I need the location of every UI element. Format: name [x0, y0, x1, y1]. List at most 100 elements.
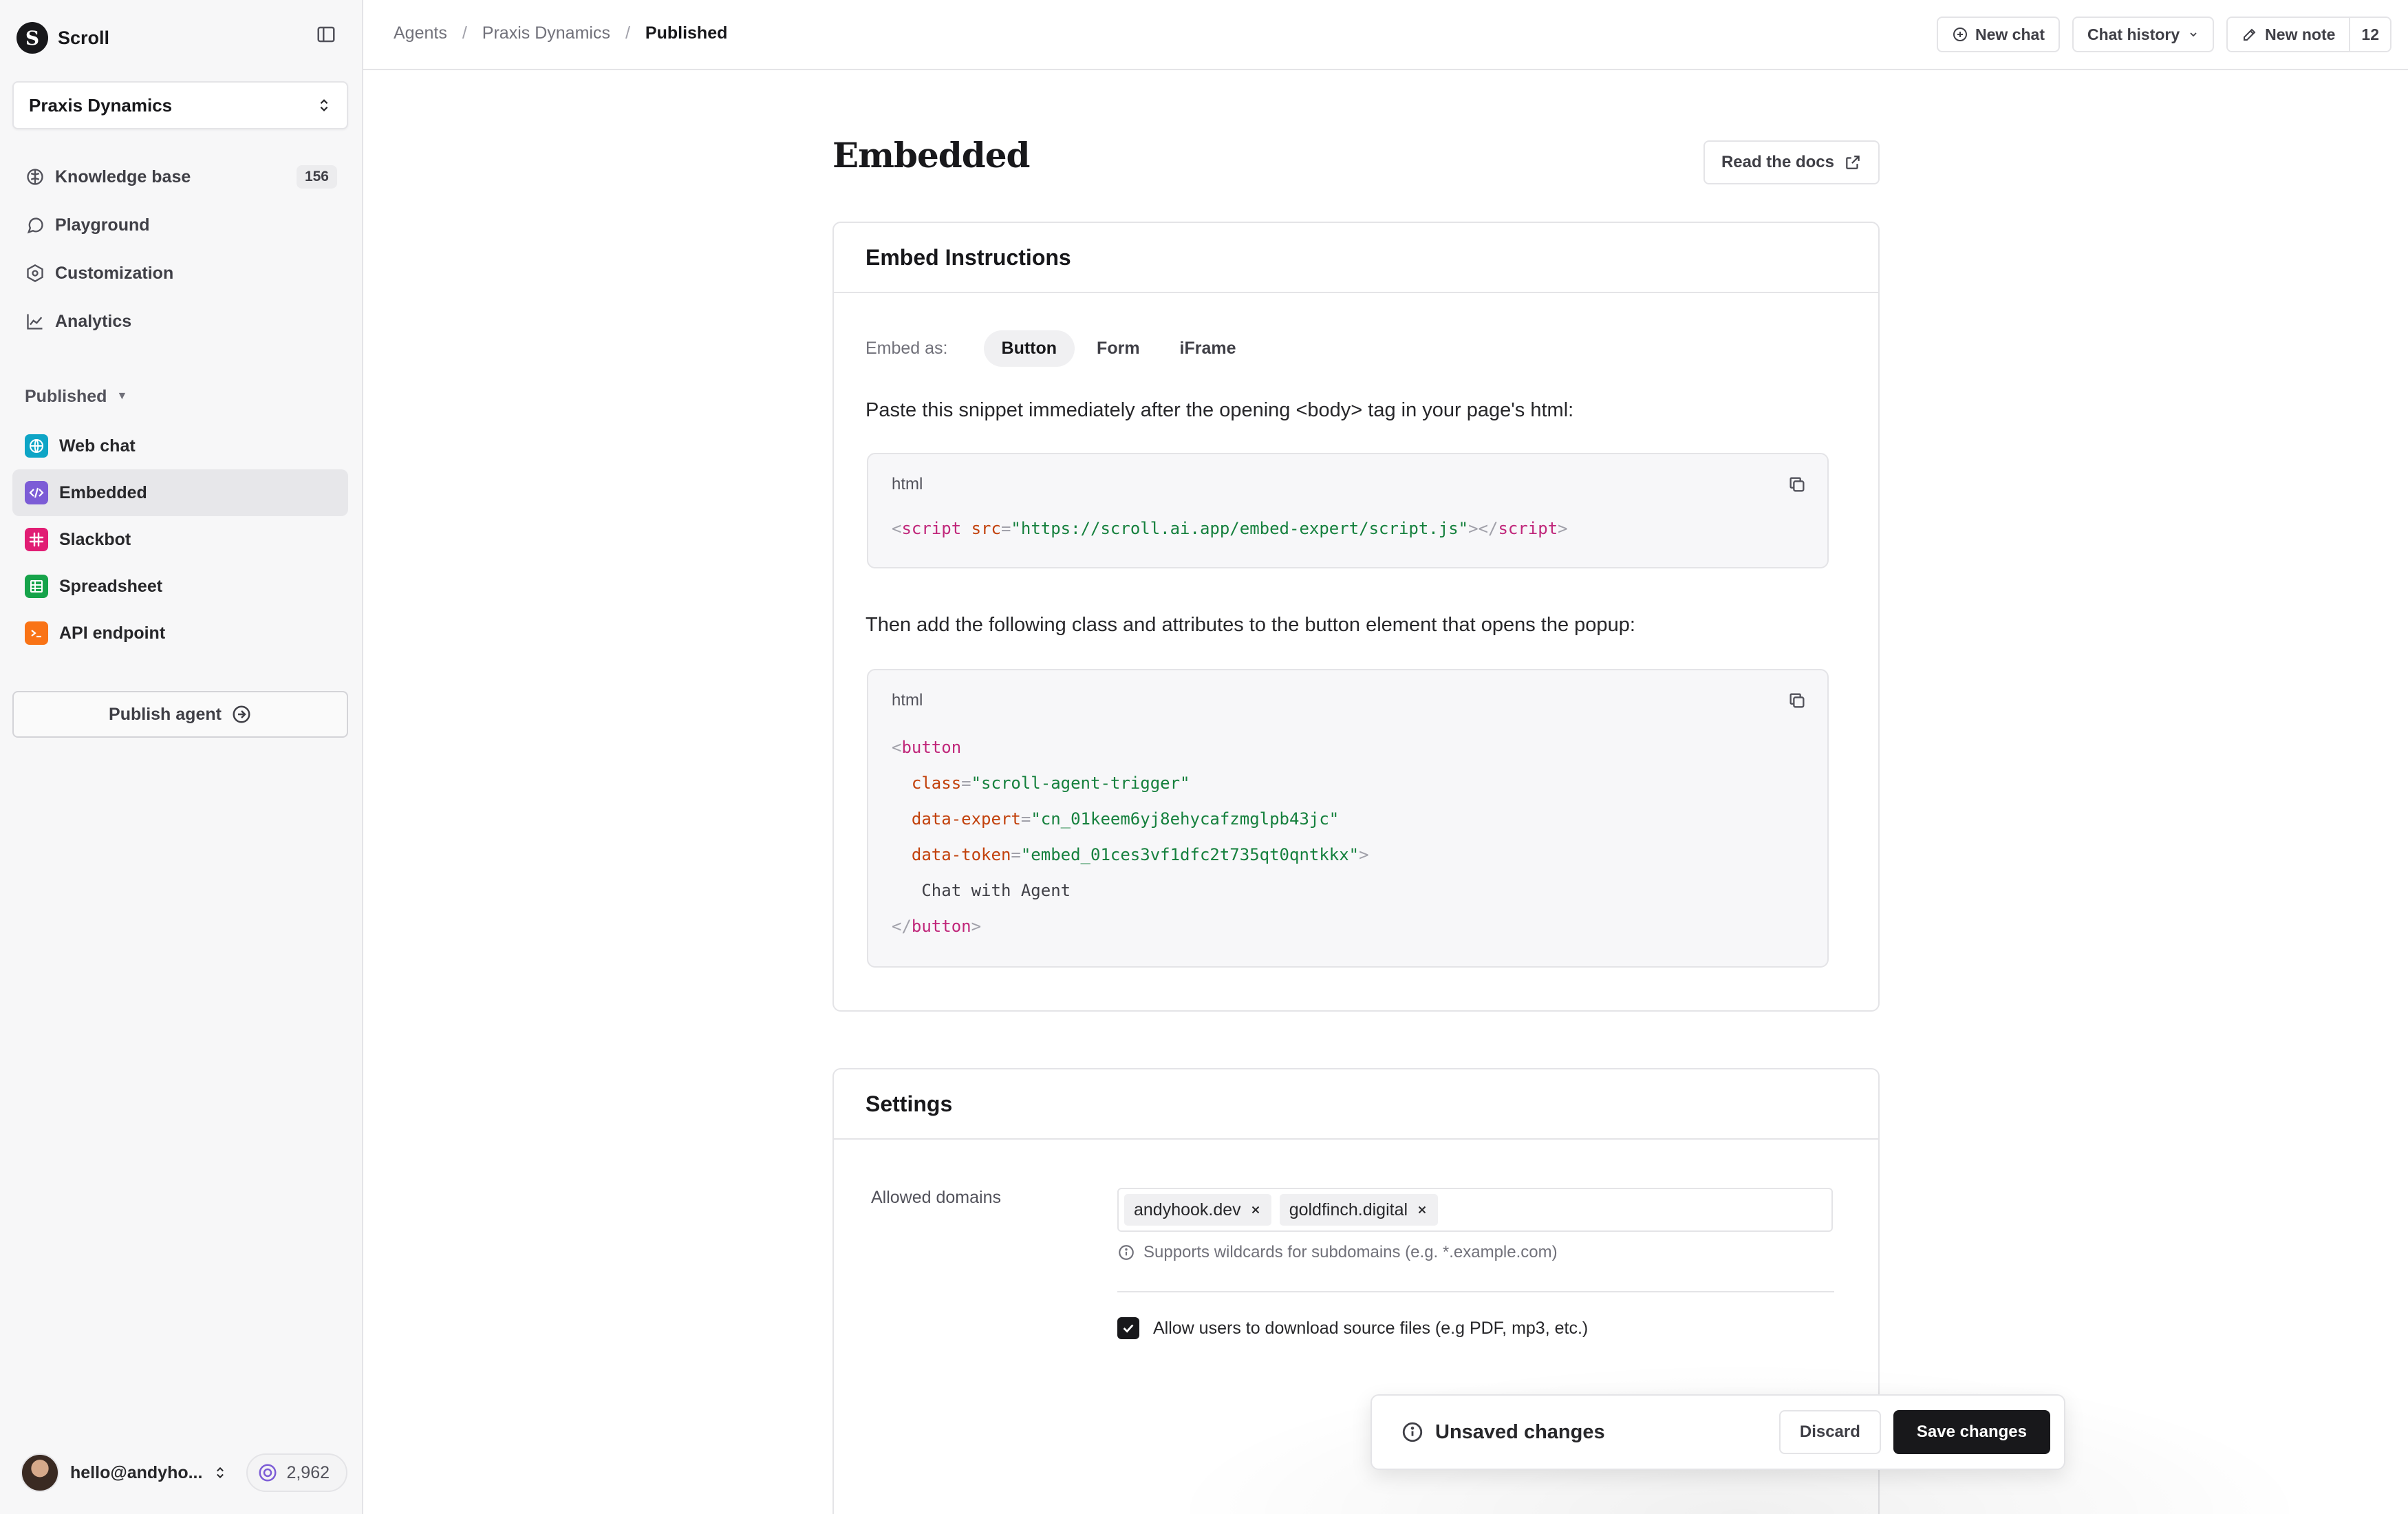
sidebar-item-embedded[interactable]: Embedded [12, 469, 348, 516]
download-files-option[interactable]: Allow users to download source files (e.… [1117, 1317, 1588, 1339]
read-docs-label: Read the docs [1721, 153, 1834, 171]
published-section-toggle[interactable]: Published ▼ [25, 383, 127, 410]
breadcrumb-current: Published [645, 23, 728, 43]
sidebar-panel-icon [317, 26, 335, 43]
workspace-name: Praxis Dynamics [29, 94, 173, 116]
close-icon[interactable] [1416, 1204, 1428, 1216]
sidebar: S Scroll Praxis Dynamics Knowledge base … [0, 0, 363, 1514]
edit-note-icon [2244, 28, 2256, 41]
new-note-button[interactable]: New note [2228, 18, 2350, 51]
instruction-text: Paste this snippet immediately after the… [866, 399, 1574, 421]
credits-coin-icon [259, 1464, 277, 1482]
sidebar-item-customization[interactable]: Customization [12, 249, 348, 297]
line-chart-icon [27, 314, 43, 330]
download-files-label: Allow users to download source files (e.… [1153, 1318, 1589, 1338]
chevron-up-down-icon[interactable] [213, 1466, 227, 1480]
user-email[interactable]: hello@andyho... [70, 1463, 202, 1483]
info-icon [1402, 1422, 1423, 1442]
page-title: Embedded [832, 135, 1030, 175]
button-text-value: Chat with Agent [921, 881, 1071, 900]
tab-form[interactable]: Form [1079, 330, 1158, 367]
chat-bubble-icon [27, 217, 43, 234]
new-chat-button[interactable]: New chat [1937, 17, 2060, 52]
code-line: <button [892, 738, 962, 757]
domain-chip-label: andyhook.dev [1134, 1200, 1241, 1219]
publish-agent-button[interactable]: Publish agent [12, 691, 348, 738]
breadcrumb-separator: / [625, 23, 630, 43]
domain-chip: goldfinch.digital [1279, 1194, 1439, 1226]
embed-instructions-card: Embed Instructions Embed as: Button Form… [832, 222, 1880, 1012]
unsaved-message: Unsaved changes [1435, 1420, 1605, 1443]
slack-icon [25, 528, 48, 551]
sidebar-item-label: Analytics [55, 311, 132, 331]
data-expert-value: "cn_01keem6yj8ehycafzmglpb43jc" [1031, 809, 1340, 829]
sidebar-item-api-endpoint[interactable]: API endpoint [12, 610, 348, 657]
chevron-up-down-icon [320, 99, 328, 111]
sidebar-item-label: API endpoint [59, 623, 166, 643]
unsaved-changes-bar: Unsaved changes Discard Save changes [1370, 1394, 2065, 1470]
chat-history-dropdown[interactable]: Chat history [2072, 17, 2215, 52]
sidebar-item-spreadsheet[interactable]: Spreadsheet [12, 563, 348, 610]
sidebar-item-playground[interactable]: Playground [12, 201, 348, 249]
embed-as-tabs: Embed as: Button Form iFrame [866, 330, 1258, 367]
discard-button[interactable]: Discard [1778, 1410, 1881, 1454]
external-link-icon [1846, 156, 1860, 169]
globe-icon [25, 434, 48, 458]
data-token-value: "embed_01ces3vf1dfc2t735qt0qntkkx" [1020, 845, 1359, 864]
code-icon [25, 481, 48, 504]
main-area: Agents / Praxis Dynamics / Published New… [363, 0, 2408, 1514]
code-line: data-token="embed_01ces3vf1dfc2t735qt0qn… [911, 845, 1369, 864]
sidebar-item-label: Knowledge base [55, 167, 191, 186]
sidebar-item-label: Web chat [59, 436, 136, 456]
code-language: html [892, 691, 923, 710]
close-icon[interactable] [1249, 1204, 1262, 1216]
instruction-text: Then add the following class and attribu… [866, 614, 1635, 636]
note-count-value: 12 [2361, 25, 2379, 43]
new-note-group: New note 12 [2226, 17, 2391, 52]
published-list: Web chat Embedded Slackbot Spreadsheet A… [12, 423, 348, 657]
tab-button[interactable]: Button [983, 330, 1075, 367]
credits-badge[interactable]: 2,962 [246, 1453, 348, 1492]
code-line: </button> [892, 917, 982, 936]
sidebar-item-web-chat[interactable]: Web chat [12, 423, 348, 469]
sidebar-toggle-button[interactable] [314, 22, 338, 47]
brain-icon [27, 169, 43, 185]
sidebar-item-slackbot[interactable]: Slackbot [12, 516, 348, 563]
sidebar-nav: Knowledge base 156 Playground Customizat… [12, 153, 348, 345]
copy-button[interactable] [1785, 688, 1809, 713]
hexagon-settings-icon [27, 264, 43, 283]
arrow-right-circle-icon [233, 705, 250, 723]
read-docs-button[interactable]: Read the docs [1703, 140, 1880, 184]
avatar[interactable] [21, 1453, 59, 1492]
new-note-label: New note [2265, 25, 2336, 43]
code-block-button: html <button class="scroll-agent-trigger… [867, 669, 1829, 968]
chevron-down-icon [2190, 32, 2197, 37]
note-count[interactable]: 12 [2349, 18, 2390, 51]
card-header: Settings [834, 1069, 1878, 1140]
embed-as-label: Embed as: [866, 339, 948, 358]
sidebar-item-analytics[interactable]: Analytics [12, 297, 348, 345]
brand[interactable]: S Scroll [17, 21, 109, 55]
download-files-checkbox[interactable] [1117, 1317, 1139, 1339]
brand-logo: S [17, 22, 48, 54]
sidebar-item-knowledge-base[interactable]: Knowledge base 156 [12, 153, 348, 201]
hint-text: Supports wildcards for subdomains (e.g. … [1143, 1243, 1558, 1261]
breadcrumb-agents[interactable]: Agents [394, 23, 447, 43]
chat-history-label: Chat history [2087, 25, 2180, 43]
save-changes-button[interactable]: Save changes [1893, 1410, 2050, 1454]
table-icon [25, 575, 48, 598]
workspace-selector[interactable]: Praxis Dynamics [12, 81, 348, 129]
plus-circle-icon [1953, 28, 1967, 41]
tab-iframe[interactable]: iFrame [1162, 330, 1254, 367]
code-snippet: <button class="scroll-agent-trigger" dat… [892, 729, 1369, 944]
allowed-domains-input[interactable]: andyhook.dev goldfinch.digital [1117, 1188, 1833, 1232]
code-line: class="scroll-agent-trigger" [911, 774, 1190, 793]
code-line: data-expert="cn_01keem6yj8ehycafzmglpb43… [911, 809, 1340, 829]
copy-button[interactable] [1785, 472, 1809, 497]
allowed-domains-label: Allowed domains [871, 1188, 1001, 1207]
checkmark-icon [1123, 1324, 1134, 1333]
class-value: "scroll-agent-trigger" [971, 774, 1190, 793]
script-src-value: "https://scroll.ai.app/embed-expert/scri… [1011, 519, 1469, 538]
sidebar-item-label: Spreadsheet [59, 576, 163, 596]
breadcrumb-praxis-dynamics[interactable]: Praxis Dynamics [482, 23, 610, 43]
